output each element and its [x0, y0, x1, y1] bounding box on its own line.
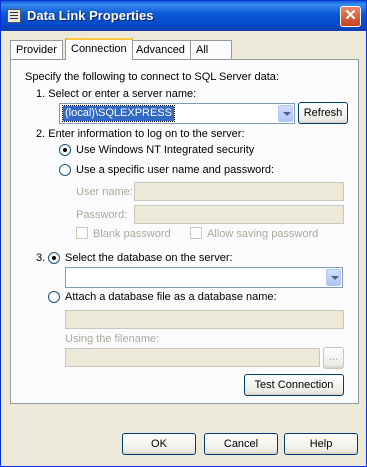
nt-security-radio[interactable] [59, 144, 71, 156]
attach-database-label[interactable]: Attach a database file as a database nam… [65, 291, 277, 303]
window-title: Data Link Properties [27, 8, 154, 23]
select-database-radio[interactable] [48, 252, 60, 264]
intro-text: Specify the following to connect to SQL … [25, 71, 279, 83]
specific-user-radio[interactable] [59, 164, 71, 176]
step1-label: 1. Select or enter a server name: [36, 88, 197, 100]
server-name-value: (local)\SQLEXPRESS [62, 105, 175, 122]
tab-connection[interactable]: Connection [65, 38, 133, 60]
password-field[interactable] [134, 205, 344, 224]
user-name-field[interactable] [134, 182, 344, 201]
browse-button[interactable]: ... [323, 347, 344, 369]
connection-panel: Specify the following to connect to SQL … [10, 59, 359, 404]
specific-user-label[interactable]: Use a specific user name and password: [76, 164, 274, 176]
database-combo[interactable] [65, 267, 343, 288]
tab-all[interactable]: All [190, 40, 232, 59]
nt-security-label[interactable]: Use Windows NT Integrated security [76, 144, 254, 156]
close-button[interactable]: ✕ [340, 6, 361, 27]
blank-password-checkbox[interactable] [76, 227, 88, 239]
select-database-label[interactable]: Select the database on the server: [65, 252, 233, 264]
title-bar[interactable]: Data Link Properties ✕ [1, 1, 366, 31]
test-connection-button[interactable]: Test Connection [244, 374, 344, 396]
attach-database-name-field[interactable] [65, 310, 344, 329]
filename-field[interactable] [65, 348, 320, 367]
allow-saving-label: Allow saving password [207, 228, 319, 240]
help-button[interactable]: Help [284, 433, 358, 455]
attach-database-radio[interactable] [48, 291, 60, 303]
step3-number: 3. [36, 252, 46, 264]
dialog-window: Data Link Properties ✕ Provider Connecti… [0, 0, 367, 467]
ok-button[interactable]: OK [122, 433, 196, 455]
refresh-button[interactable]: Refresh [298, 102, 348, 124]
cancel-button[interactable]: Cancel [204, 433, 278, 455]
dropdown-arrow-icon[interactable] [326, 269, 341, 286]
allow-saving-checkbox[interactable] [190, 227, 202, 239]
tab-provider[interactable]: Provider [10, 40, 63, 59]
dropdown-arrow-icon[interactable] [278, 105, 293, 122]
filename-label: Using the filename: [65, 333, 160, 345]
user-name-label: User name: [76, 186, 133, 198]
blank-password-label: Blank password [93, 228, 171, 240]
data-link-icon [7, 9, 21, 23]
server-name-combo[interactable]: (local)\SQLEXPRESS [59, 103, 295, 124]
tab-advanced[interactable]: Advanced [130, 40, 191, 59]
password-label: Password: [76, 209, 128, 221]
step2-label: 2. Enter information to log on to the se… [36, 128, 245, 140]
